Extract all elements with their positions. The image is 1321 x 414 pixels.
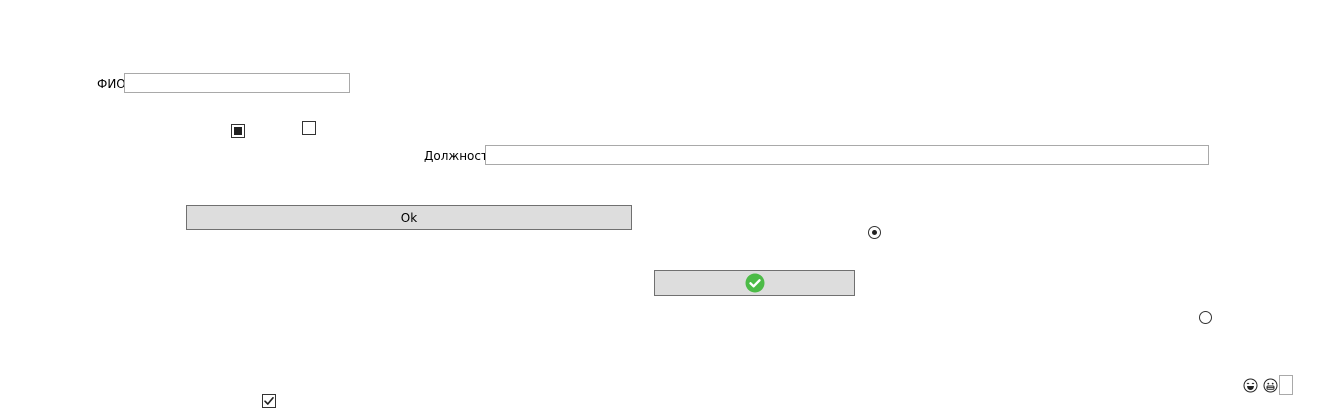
checkbox-fill-mark xyxy=(234,127,242,135)
checkbox-indeterminate[interactable] xyxy=(231,124,245,138)
position-field[interactable] xyxy=(485,145,1209,165)
checkmark-icon xyxy=(264,397,274,405)
fio-label: ФИО xyxy=(97,77,126,91)
checkbox-empty[interactable] xyxy=(302,121,316,135)
fio-field[interactable] xyxy=(124,73,350,93)
laughing-face-icon xyxy=(1243,378,1258,393)
grinning-face-icon xyxy=(1263,378,1278,393)
confirm-button[interactable] xyxy=(654,270,855,296)
radio-option-2[interactable] xyxy=(1199,311,1212,324)
ok-button-label: Ok xyxy=(400,210,418,225)
small-text-field[interactable] xyxy=(1279,375,1293,395)
checkbox-checked[interactable] xyxy=(262,394,276,408)
check-circle-icon xyxy=(745,273,765,293)
radio-selected-dot xyxy=(872,230,877,235)
ok-button[interactable]: Ok xyxy=(186,205,632,230)
radio-option-1[interactable] xyxy=(868,226,881,239)
